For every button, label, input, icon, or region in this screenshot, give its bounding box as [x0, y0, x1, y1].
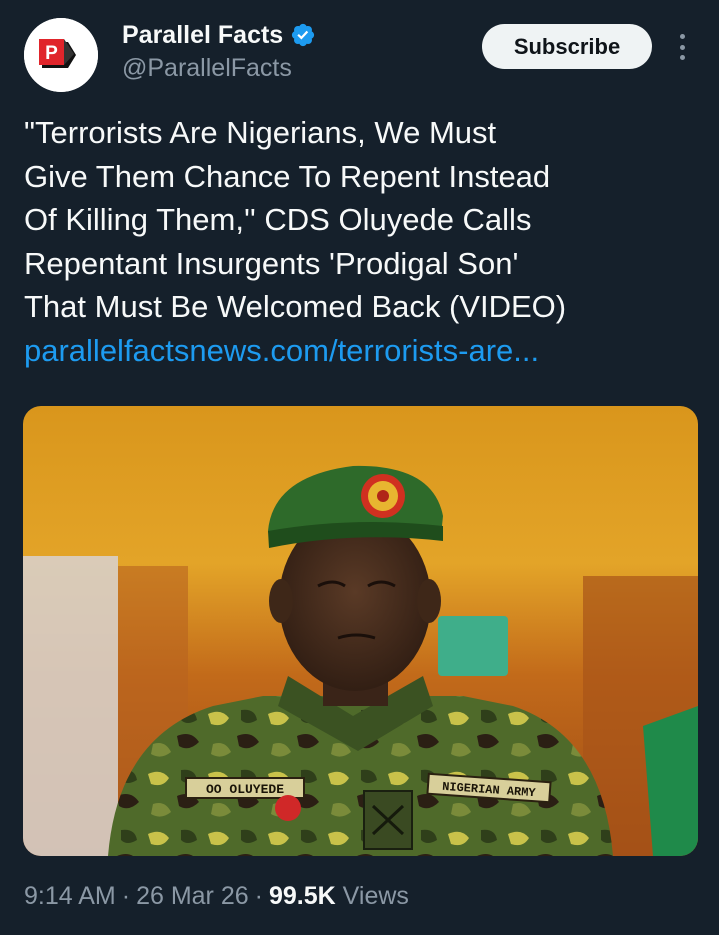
post-text-line: That Must Be Welcomed Back (VIDEO) — [24, 289, 567, 324]
meta-separator: · — [254, 882, 263, 910]
post-image[interactable]: OO OLUYEDE NIGERIAN ARMY — [23, 406, 698, 856]
post-text-line: Repentant Insurgents 'Prodigal Son' — [24, 245, 519, 281]
parallel-facts-logo-icon: P — [24, 18, 98, 92]
avatar[interactable]: P — [24, 18, 98, 92]
name-row: Parallel Facts — [122, 18, 316, 52]
name-tag-text: OO OLUYEDE — [206, 782, 284, 797]
post-text-line: Of Killing Them,'' CDS Oluyede Calls — [24, 202, 532, 237]
general-portrait-image: OO OLUYEDE NIGERIAN ARMY — [23, 406, 698, 856]
post-time[interactable]: 9:14 AM — [24, 882, 116, 911]
post-text-line: Give Them Chance To Repent Instead — [24, 158, 551, 194]
more-dot — [679, 34, 685, 39]
account-handle[interactable]: @ParallelFacts — [122, 54, 292, 83]
verified-badge-icon — [292, 23, 315, 47]
post-meta: 9:14 AM · 26 Mar 26 · 99.5K Views — [24, 882, 409, 911]
post-text-line: "Terrorists Are Nigerians, We Must — [24, 115, 497, 150]
meta-separator: · — [121, 882, 131, 910]
display-name[interactable]: Parallel Facts — [122, 21, 283, 50]
views-label: Views — [342, 882, 409, 910]
subscribe-button[interactable]: Subscribe — [482, 24, 652, 69]
more-dot — [679, 55, 685, 60]
post-date[interactable]: 26 Mar 26 — [136, 882, 249, 911]
views-count[interactable]: 99.5K — [269, 882, 336, 911]
article-link[interactable]: parallelfactsnews.com/terrorists-are... — [24, 329, 694, 373]
avatar-letter: P — [45, 43, 58, 64]
post-text: "Terrorists Are Nigerians, We Must Give … — [24, 111, 694, 372]
more-vertical-icon[interactable] — [670, 30, 694, 64]
post-header: P Parallel Facts @ParallelFacts Subscrib… — [0, 0, 719, 100]
more-dot — [679, 44, 685, 50]
